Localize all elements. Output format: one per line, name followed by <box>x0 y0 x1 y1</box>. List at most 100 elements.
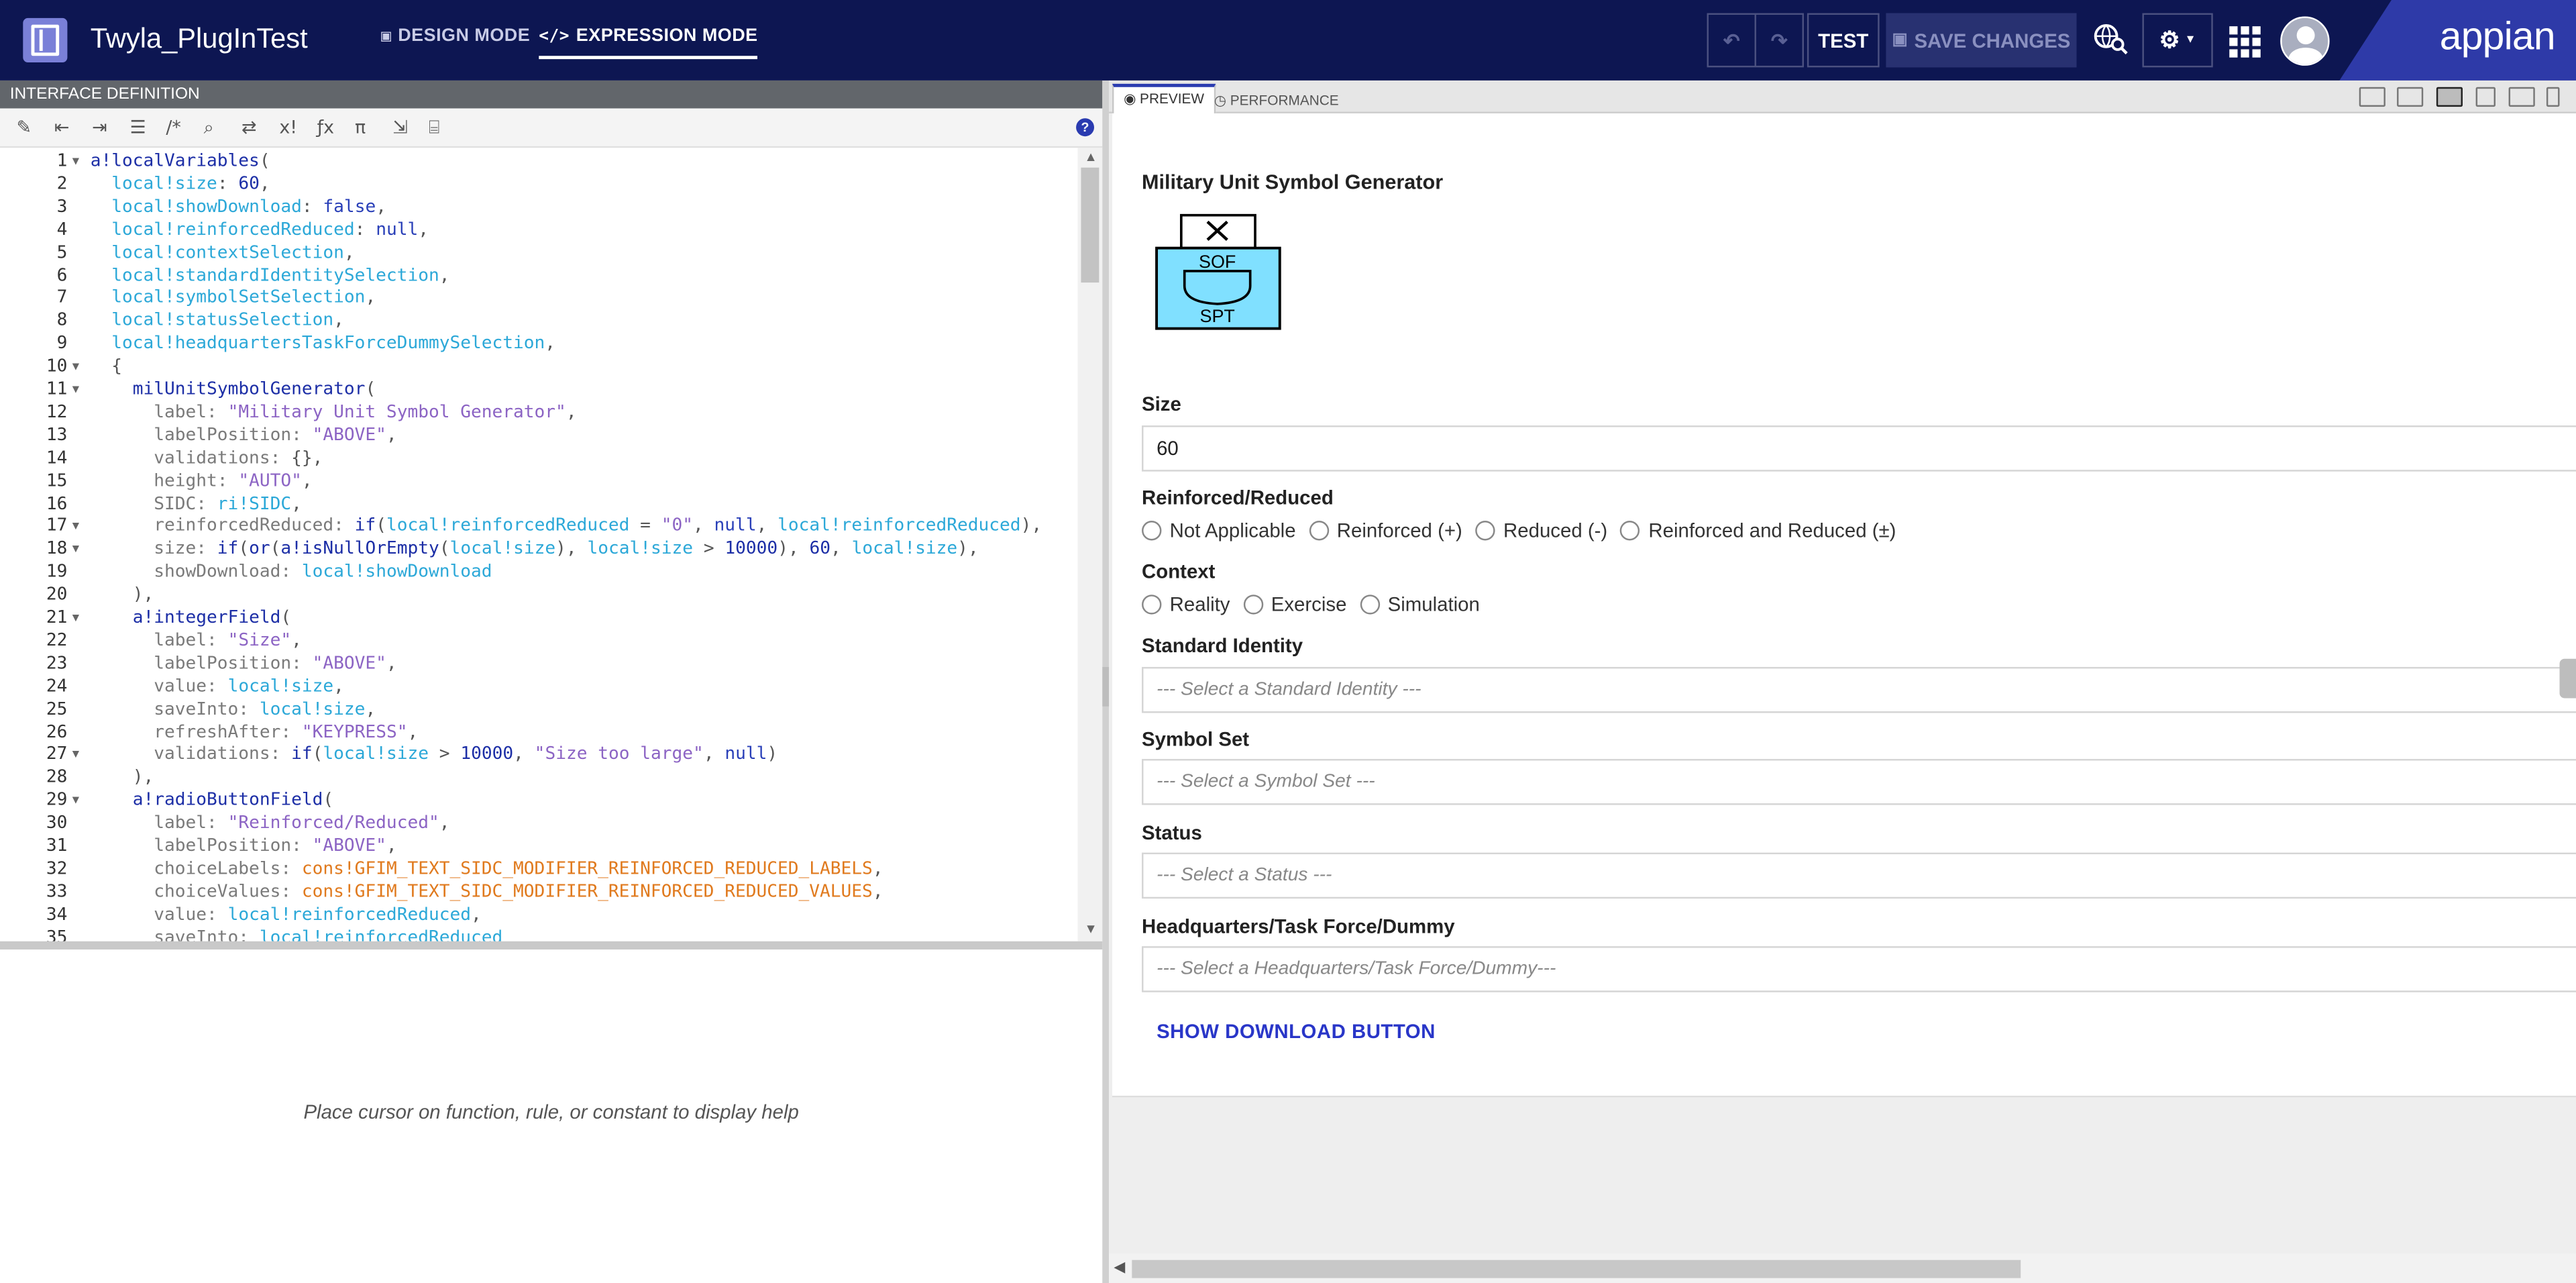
code-line[interactable]: 3 local!showDownload: false, <box>0 195 1078 218</box>
fold-toggle-icon[interactable]: ▼ <box>72 537 79 560</box>
editor-splitter[interactable] <box>0 941 1103 950</box>
code-line[interactable]: 4 local!reinforcedReduced: null, <box>0 218 1078 241</box>
code-line[interactable]: 26 refreshAfter: "KEYPRESS", <box>0 721 1078 743</box>
radio-option[interactable]: Reality <box>1142 593 1230 616</box>
radio-circle-icon[interactable] <box>1475 521 1495 541</box>
code-line[interactable]: 13 labelPosition: "ABOVE", <box>0 423 1078 446</box>
code-line[interactable]: 5 local!contextSelection, <box>0 241 1078 264</box>
search-globe-icon[interactable] <box>2093 23 2129 56</box>
code-line[interactable]: 35 saveInto: local!reinforcedReduced <box>0 926 1078 941</box>
code-line[interactable]: 8 local!statusSelection, <box>0 309 1078 332</box>
code-line[interactable]: 10 ▼ { <box>0 355 1078 378</box>
export-icon[interactable]: ⇲ <box>392 117 408 138</box>
code-line[interactable]: 19 showDownload: local!showDownload <box>0 560 1078 583</box>
radio-circle-icon[interactable] <box>1620 521 1641 541</box>
radio-option[interactable]: Not Applicable <box>1142 519 1296 542</box>
code-line[interactable]: 23 labelPosition: "ABOVE", <box>0 652 1078 674</box>
tablet-portrait-icon[interactable] <box>2475 87 2496 107</box>
code-line[interactable]: 16 SIDC: ri!SIDC, <box>0 492 1078 515</box>
pane-divider[interactable] <box>1102 80 1116 1283</box>
phone-icon[interactable] <box>2546 87 2560 107</box>
expand-handle[interactable] <box>2559 658 2576 699</box>
code-line[interactable]: 27 ▼ validations: if(local!size > 10000, … <box>0 743 1078 766</box>
symbol-set-dropdown[interactable]: --- Select a Symbol Set --- <box>1142 759 2576 805</box>
show-download-button[interactable]: SHOW DOWNLOAD BUTTON <box>1157 1020 1436 1043</box>
radio-circle-icon[interactable] <box>1360 595 1380 615</box>
radio-option[interactable]: Reinforced (+) <box>1309 519 1462 542</box>
save-changes-button[interactable]: ▣ SAVE CHANGES <box>1886 13 2077 68</box>
tab-performance[interactable]: ◷ PERFORMANCE <box>1204 87 1348 113</box>
test-button[interactable]: TEST <box>1807 13 1880 68</box>
desktop-icon[interactable] <box>2436 87 2463 107</box>
code-line[interactable]: 31 labelPosition: "ABOVE", <box>0 835 1078 858</box>
code-line[interactable]: 22 label: "Size", <box>0 629 1078 652</box>
fold-toggle-icon[interactable]: ▼ <box>72 515 79 537</box>
editor-scrollbar[interactable]: ▲ ▼ <box>1077 148 1103 941</box>
magic-wand-icon[interactable]: ✎ <box>16 117 32 138</box>
indent-icon[interactable]: ⇥ <box>92 117 107 138</box>
code-line[interactable]: 34 value: local!reinforcedReduced, <box>0 903 1078 926</box>
code-line[interactable]: 24 value: local!size, <box>0 674 1078 697</box>
code-line[interactable]: 7 local!symbolSetSelection, <box>0 287 1078 309</box>
code-line[interactable]: 20 ), <box>0 583 1078 606</box>
code-line[interactable]: 1 ▼ a!localVariables( <box>0 150 1078 172</box>
settings-button[interactable]: ⚙ ▼ <box>2142 13 2213 68</box>
scroll-up-icon[interactable]: ▲ <box>1084 150 1097 164</box>
code-line[interactable]: 32 choiceLabels: cons!GFIM_TEXT_SIDC_MOD… <box>0 858 1078 880</box>
apps-grid-icon[interactable] <box>2229 26 2261 58</box>
scrollbar-thumb[interactable] <box>1081 167 1099 283</box>
code-line[interactable]: 30 label: "Reinforced/Reduced", <box>0 812 1078 835</box>
expression-mode-tab[interactable]: </> EXPRESSION MODE <box>539 26 758 60</box>
code-line[interactable]: 33 choiceValues: cons!GFIM_TEXT_SIDC_MOD… <box>0 880 1078 903</box>
code-line[interactable]: 29 ▼ a!radioButtonField( <box>0 789 1078 812</box>
hq-dropdown[interactable]: --- Select a Headquarters/Task Force/Dum… <box>1142 946 2576 992</box>
code-line[interactable]: 2 local!size: 60, <box>0 172 1078 195</box>
fold-toggle-icon[interactable]: ▼ <box>72 150 79 172</box>
radio-option[interactable]: Simulation <box>1360 593 1480 616</box>
radio-option[interactable]: Reduced (-) <box>1475 519 1607 542</box>
preview-horizontal-scrollbar[interactable]: ◀ <box>1109 1253 2576 1283</box>
radio-circle-icon[interactable] <box>1142 595 1162 615</box>
code-line[interactable]: 28 ), <box>0 766 1078 789</box>
scroll-left-icon[interactable]: ◀ <box>1114 1258 1125 1276</box>
fold-toggle-icon[interactable]: ▼ <box>72 606 79 629</box>
fold-toggle-icon[interactable]: ▼ <box>72 789 79 812</box>
code-line[interactable]: 17 ▼ reinforcedReduced: if(local!reinforc… <box>0 515 1078 537</box>
inspect-icon[interactable]: ⌸ <box>429 117 439 140</box>
code-line[interactable]: 11 ▼ milUnitSymbolGenerator( <box>0 378 1078 401</box>
scrollbar-thumb[interactable] <box>1132 1260 2021 1278</box>
code-editor[interactable]: ▲ ▼ 1 ▼ a!localVariables(2 local!size: 60,… <box>0 148 1103 941</box>
size-input[interactable]: 60 <box>1142 425 2576 472</box>
comment-icon[interactable]: /* <box>166 117 181 138</box>
shuffle-icon[interactable]: ⇄ <box>241 117 257 138</box>
code-line[interactable]: 14 validations: {}, <box>0 446 1078 469</box>
design-mode-tab[interactable]: ▣ DESIGN MODE <box>381 26 530 46</box>
radio-option[interactable]: Reinforced and Reduced (±) <box>1620 519 1896 542</box>
search-icon[interactable]: ⌕ <box>204 117 214 140</box>
pi-icon[interactable]: π <box>355 117 366 138</box>
code-line[interactable]: 15 height: "AUTO", <box>0 469 1078 492</box>
help-icon[interactable]: ? <box>1076 118 1095 137</box>
wide-screen-icon[interactable] <box>2397 87 2424 107</box>
radio-circle-icon[interactable] <box>1309 521 1329 541</box>
outdent-icon[interactable]: ⇤ <box>54 117 70 138</box>
fold-toggle-icon[interactable]: ▼ <box>72 355 79 378</box>
undo-button[interactable]: ↶ <box>1707 13 1756 68</box>
fold-toggle-icon[interactable]: ▼ <box>72 378 79 401</box>
scroll-down-icon[interactable]: ▼ <box>1084 921 1097 936</box>
code-line[interactable]: 25 saveInto: local!size, <box>0 697 1078 720</box>
radio-option[interactable]: Exercise <box>1243 593 1346 616</box>
radio-circle-icon[interactable] <box>1243 595 1263 615</box>
code-line[interactable]: 21 ▼ a!integerField( <box>0 606 1078 629</box>
standard-identity-dropdown[interactable]: --- Select a Standard Identity --- <box>1142 666 2576 713</box>
radio-circle-icon[interactable] <box>1142 521 1162 541</box>
variable-icon[interactable]: x! <box>279 117 297 138</box>
code-line[interactable]: 18 ▼ size: if(or(a!isNullOrEmpty(local!si… <box>0 537 1078 560</box>
tab-preview[interactable]: ◉ PREVIEW <box>1112 83 1216 115</box>
tablet-landscape-icon[interactable] <box>2508 87 2535 107</box>
fold-toggle-icon[interactable]: ▼ <box>72 743 79 766</box>
function-icon[interactable]: ƒx <box>317 117 334 138</box>
code-line[interactable]: 6 local!standardIdentitySelection, <box>0 264 1078 287</box>
code-line[interactable]: 9 local!headquartersTaskForceDummySelect… <box>0 332 1078 355</box>
status-dropdown[interactable]: --- Select a Status --- <box>1142 852 2576 899</box>
